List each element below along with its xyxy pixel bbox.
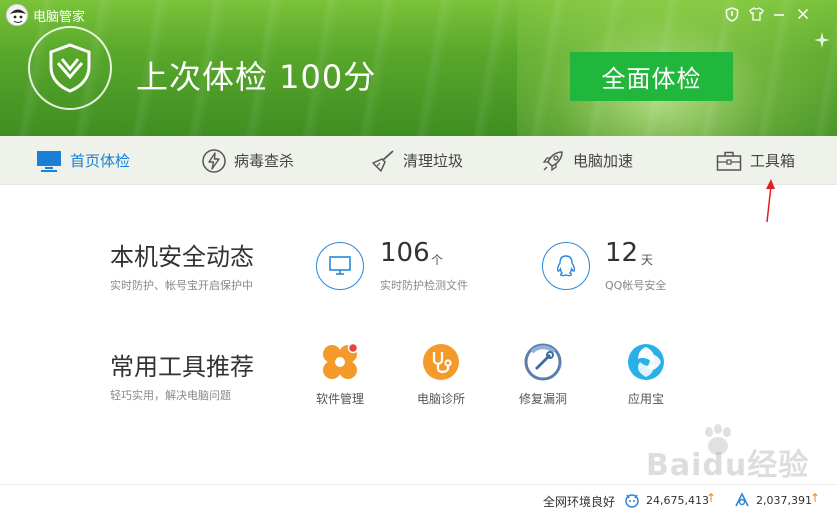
- nav-home-label: 首页体检: [70, 152, 131, 170]
- app-title: 电脑管家: [33, 10, 86, 25]
- qq-safe-days-count: 12: [605, 238, 639, 268]
- last-check-score: 上次体检 100分: [136, 58, 377, 96]
- toolbox-icon: [716, 150, 742, 172]
- broom-icon: [371, 149, 395, 173]
- cloud-count-icon: [623, 491, 641, 513]
- tool-software-label: 软件管理: [315, 392, 364, 406]
- tool-fix-label: 修复漏洞: [518, 392, 567, 406]
- software-manager-icon: [320, 342, 360, 382]
- pc-manager-window: 电脑管家 上次体检 100分 全面体检 首页体检 病毒查杀 清理垃圾 电脑加速 …: [0, 0, 837, 518]
- protected-files-desc: 实时防护检测文件: [380, 279, 468, 292]
- nav-clean-junk[interactable]: 清理垃圾: [371, 136, 463, 185]
- nav-speed-up[interactable]: 电脑加速: [541, 136, 633, 185]
- skin-button[interactable]: [746, 4, 766, 24]
- annotation-arrow: [760, 178, 776, 228]
- tools-section-subtitle: 轻巧实用，解决电脑问题: [110, 389, 231, 402]
- footer-divider: [0, 484, 837, 485]
- security-section-subtitle: 实时防护、帐号宝开启保护中: [110, 279, 253, 292]
- tool-software-manager[interactable]: 软件管理: [300, 342, 380, 412]
- stethoscope-icon: [421, 342, 461, 382]
- monitor-icon: [36, 150, 62, 172]
- qq-safe-days-unit: 天: [641, 253, 654, 267]
- close-button[interactable]: [793, 4, 813, 24]
- nav-virus-label: 病毒查杀: [234, 152, 295, 170]
- minimize-icon: [774, 14, 784, 16]
- tool-app-label: 应用宝: [627, 392, 664, 406]
- header-banner: 电脑管家 上次体检 100分 全面体检: [0, 0, 837, 136]
- monitor-stat-icon: [316, 242, 364, 290]
- intercepted-count: 2,037,391: [756, 494, 812, 507]
- tool-pc-clinic[interactable]: 电脑诊所: [401, 342, 481, 412]
- main-nav: 首页体检 病毒查杀 清理垃圾 电脑加速 工具箱: [0, 136, 837, 185]
- lightning-icon: [202, 148, 226, 173]
- shield-small-button[interactable]: [722, 4, 742, 24]
- protected-files-count: 106: [380, 238, 430, 268]
- security-section-title: 本机安全动态: [110, 243, 254, 271]
- rocket-icon: [541, 149, 565, 173]
- shirt-icon: [748, 7, 764, 21]
- protected-users-count: 24,675,413: [646, 494, 709, 507]
- trend-up-icon-2: ↑: [810, 491, 821, 505]
- tool-app-store[interactable]: 应用宝: [606, 342, 686, 412]
- nav-toolbox[interactable]: 工具箱: [716, 136, 795, 185]
- tools-section-title: 常用工具推荐: [110, 353, 254, 381]
- nav-speed-label: 电脑加速: [573, 152, 634, 170]
- intercept-count-icon: [733, 491, 751, 513]
- tool-clinic-label: 电脑诊所: [416, 392, 465, 406]
- app-logo: [6, 4, 28, 26]
- app-store-icon: [626, 342, 666, 382]
- protected-files-unit: 个: [431, 253, 444, 267]
- baidu-watermark: Baidu经验: [646, 448, 810, 483]
- full-check-button[interactable]: 全面体检: [570, 52, 733, 101]
- minimize-button[interactable]: [769, 4, 789, 24]
- qq-penguin-icon: [542, 242, 590, 290]
- sparkle-icon: [814, 32, 830, 52]
- repair-icon: [523, 342, 563, 382]
- qq-safe-desc: QQ帐号安全: [605, 279, 667, 292]
- nav-clean-label: 清理垃圾: [403, 152, 464, 170]
- shield-status-icon: [28, 26, 112, 110]
- nav-virus-scan[interactable]: 病毒查杀: [202, 136, 294, 185]
- shield-small-icon: [725, 6, 739, 22]
- tool-fix-vulnerability[interactable]: 修复漏洞: [503, 342, 583, 412]
- network-status: 全网环境良好: [543, 495, 616, 509]
- close-icon: [797, 8, 809, 20]
- nav-home-check[interactable]: 首页体检: [36, 136, 130, 185]
- nav-tools-label: 工具箱: [750, 152, 796, 170]
- trend-up-icon: ↑: [706, 491, 717, 505]
